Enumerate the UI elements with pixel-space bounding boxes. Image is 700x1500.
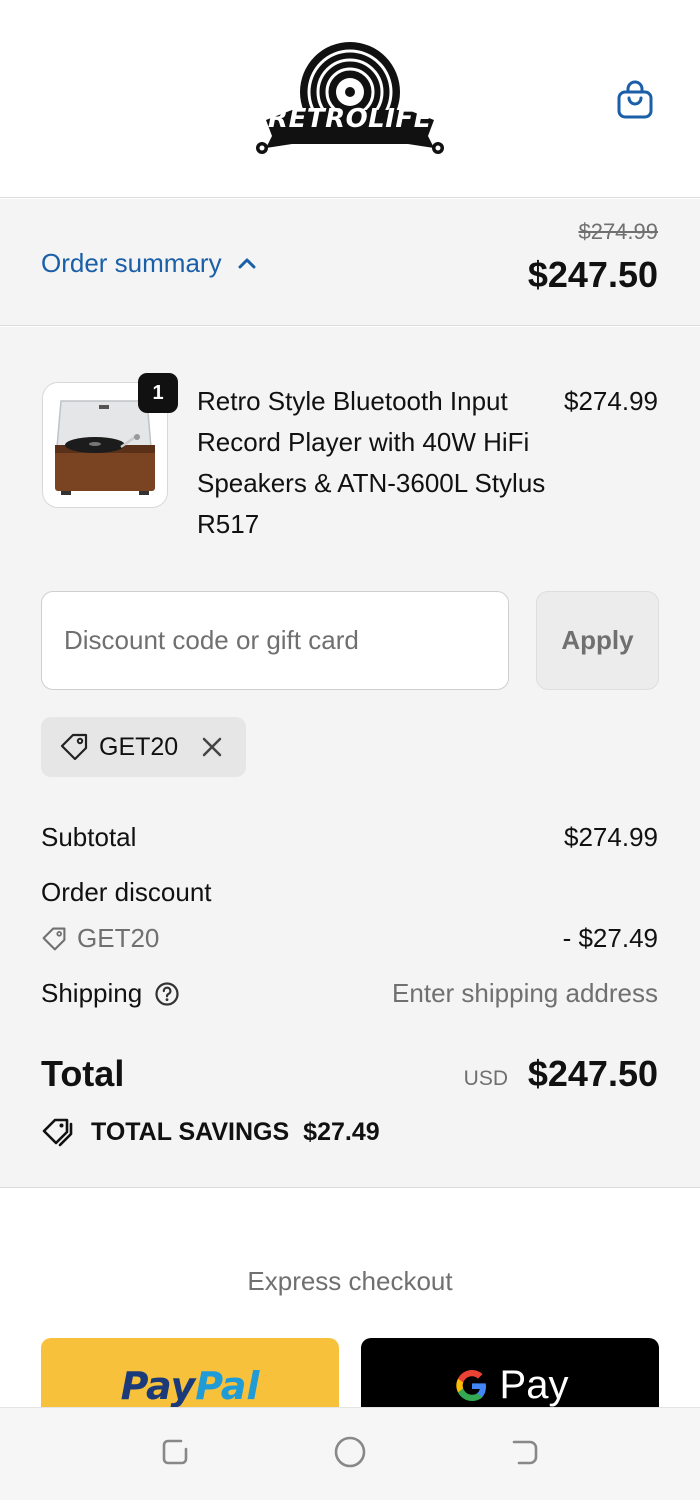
discount-code-input[interactable] xyxy=(41,591,509,690)
applied-code-chip: GET20 xyxy=(41,717,246,777)
product-price: $274.99 xyxy=(564,386,658,416)
header: RETROLIFE xyxy=(0,0,700,198)
express-checkout-label: Express checkout xyxy=(247,1266,453,1296)
chevron-up-icon xyxy=(238,258,256,269)
total-label: Total xyxy=(41,1053,125,1094)
discounted-price: $247.50 xyxy=(527,254,658,295)
total-savings-value: $27.49 xyxy=(303,1117,380,1146)
back-icon xyxy=(512,1440,538,1465)
total-savings: TOTAL SAVINGS $27.49 xyxy=(41,1116,380,1148)
close-icon xyxy=(202,737,222,757)
tags-icon xyxy=(42,1118,73,1147)
logo-text: RETROLIFE xyxy=(268,104,432,134)
vinyl-record-logo-icon xyxy=(256,42,444,154)
recent-apps-icon xyxy=(162,1439,188,1465)
applied-code-label: GET20 xyxy=(99,732,179,761)
order-discount-label: Order discount xyxy=(41,877,212,907)
total-currency: USD xyxy=(463,1067,508,1090)
shipping-help-button[interactable] xyxy=(154,981,180,1007)
back-button[interactable] xyxy=(507,1434,543,1470)
tag-icon xyxy=(60,733,88,761)
order-summary-label: Order summary xyxy=(41,247,222,278)
discount-code-text: GET20 xyxy=(77,923,160,953)
question-mark-icon xyxy=(155,981,179,1006)
discount-code-row: GET20 xyxy=(41,923,159,954)
retrolife-logo[interactable]: RETROLIFE xyxy=(252,40,448,158)
subtotal-value: $274.99 xyxy=(564,822,658,852)
home-button[interactable] xyxy=(332,1434,368,1470)
total-value: $247.50 xyxy=(527,1053,658,1094)
google-g-icon xyxy=(455,1369,486,1401)
shopping-bag-icon xyxy=(617,80,653,119)
home-circle-icon xyxy=(334,1436,366,1468)
google-pay-label: Pay xyxy=(499,1363,569,1407)
paypal-logo-part2: Pal xyxy=(195,1363,260,1408)
discount-value: - $27.49 xyxy=(562,923,658,953)
tag-icon xyxy=(42,927,66,950)
shipping-label: Shipping xyxy=(41,978,143,1008)
total-savings-label: TOTAL SAVINGS xyxy=(91,1117,290,1146)
paypal-logo-part1: Pay xyxy=(120,1363,196,1408)
subtotal-label: Subtotal xyxy=(41,822,137,852)
product-name: Retro Style Bluetooth Input Record Playe… xyxy=(197,386,546,539)
order-summary-toggle[interactable]: Order summary xyxy=(41,246,256,280)
shipping-row: Shipping xyxy=(41,978,180,1009)
quantity-badge: 1 xyxy=(138,373,178,413)
remove-code-button[interactable] xyxy=(200,735,224,759)
recent-apps-button[interactable] xyxy=(157,1434,193,1470)
shipping-value: Enter shipping address xyxy=(392,978,658,1008)
cart-bag-button[interactable] xyxy=(612,76,658,122)
apply-discount-button[interactable]: Apply xyxy=(536,591,659,690)
original-price: $274.99 xyxy=(578,219,658,244)
